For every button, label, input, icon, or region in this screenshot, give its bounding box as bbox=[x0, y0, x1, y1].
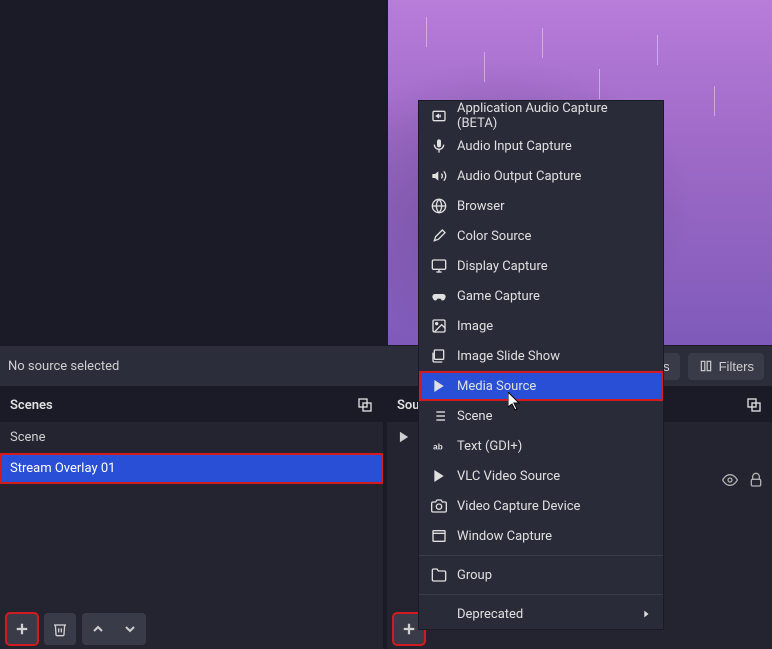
menu-item-label: Game Capture bbox=[457, 289, 540, 304]
filter-icon bbox=[698, 359, 714, 373]
menu-item-label: VLC Video Source bbox=[457, 469, 560, 484]
scene-item-label: Scene bbox=[10, 430, 46, 445]
menu-item-vlc-video-source[interactable]: VLC Video Source bbox=[419, 461, 663, 491]
menu-item-window-capture[interactable]: Window Capture bbox=[419, 521, 663, 551]
globe-icon bbox=[431, 198, 447, 214]
menu-item-label: Group bbox=[457, 568, 492, 583]
gamepad-icon bbox=[431, 288, 447, 304]
menu-item-application-audio-capture-beta-[interactable]: Application Audio Capture (BETA) bbox=[419, 101, 663, 131]
text-icon: ab bbox=[431, 439, 447, 453]
menu-item-color-source[interactable]: Color Source bbox=[419, 221, 663, 251]
menu-item-deprecated[interactable]: Deprecated bbox=[419, 599, 663, 629]
menu-item-label: Audio Output Capture bbox=[457, 169, 581, 184]
menu-item-display-capture[interactable]: Display Capture bbox=[419, 251, 663, 281]
app-audio-icon bbox=[431, 108, 447, 124]
menu-item-image-slide-show[interactable]: Image Slide Show bbox=[419, 341, 663, 371]
move-scene-down-button[interactable] bbox=[114, 613, 146, 645]
dock-icon[interactable] bbox=[746, 397, 762, 413]
sources-title: Sou bbox=[397, 398, 420, 413]
menu-item-audio-input-capture[interactable]: Audio Input Capture bbox=[419, 131, 663, 161]
delete-scene-button[interactable] bbox=[44, 613, 76, 645]
play-icon bbox=[431, 378, 447, 394]
slides-icon bbox=[431, 348, 447, 364]
menu-item-label: Color Source bbox=[457, 229, 531, 244]
scenes-header: Scenes bbox=[0, 388, 383, 422]
menu-item-game-capture[interactable]: Game Capture bbox=[419, 281, 663, 311]
play-icon bbox=[397, 430, 413, 444]
window-icon bbox=[431, 528, 447, 544]
scene-item-label: Stream Overlay 01 bbox=[10, 461, 115, 476]
svg-text:ab: ab bbox=[433, 443, 443, 452]
menu-item-audio-output-capture[interactable]: Audio Output Capture bbox=[419, 161, 663, 191]
dock-icon[interactable] bbox=[357, 397, 373, 413]
menu-item-label: Media Source bbox=[457, 379, 536, 394]
scenes-list: Scene Stream Overlay 01 bbox=[0, 422, 383, 609]
scene-item[interactable]: Stream Overlay 01 bbox=[0, 453, 383, 484]
menu-item-label: Audio Input Capture bbox=[457, 139, 572, 154]
scenes-panel: Scenes Scene Stream Overlay 01 bbox=[0, 388, 383, 649]
brush-icon bbox=[431, 228, 447, 244]
menu-item-label: Scene bbox=[457, 409, 493, 424]
menu-item-label: Display Capture bbox=[457, 259, 548, 274]
vlc-icon bbox=[431, 468, 447, 484]
filters-label: Filters bbox=[719, 359, 754, 374]
scenes-title: Scenes bbox=[10, 398, 53, 413]
monitor-icon bbox=[431, 258, 447, 274]
scenes-actions bbox=[0, 609, 383, 649]
add-source-menu: Application Audio Capture (BETA) Audio In… bbox=[418, 100, 664, 630]
lock-icon[interactable] bbox=[748, 472, 764, 488]
camera-icon bbox=[431, 498, 447, 514]
menu-item-group[interactable]: Group bbox=[419, 560, 663, 590]
menu-divider bbox=[419, 555, 663, 556]
menu-item-label: Browser bbox=[457, 199, 505, 214]
source-visibility bbox=[722, 472, 764, 488]
list-icon bbox=[431, 408, 447, 424]
speaker-icon bbox=[431, 168, 447, 184]
menu-item-label: Video Capture Device bbox=[457, 499, 580, 514]
menu-item-label: Image bbox=[457, 319, 493, 334]
scene-item[interactable]: Scene bbox=[0, 422, 383, 453]
menu-item-label: Window Capture bbox=[457, 529, 552, 544]
menu-item-video-capture-device[interactable]: Video Capture Device bbox=[419, 491, 663, 521]
menu-item-label: Image Slide Show bbox=[457, 349, 560, 364]
preview-empty bbox=[0, 0, 388, 345]
image-icon bbox=[431, 318, 447, 334]
menu-item-media-source[interactable]: Media Source bbox=[419, 371, 663, 401]
mic-icon bbox=[431, 138, 447, 154]
menu-item-browser[interactable]: Browser bbox=[419, 191, 663, 221]
filters-button[interactable]: Filters bbox=[688, 353, 764, 380]
menu-item-label: Deprecated bbox=[457, 607, 523, 622]
menu-item-text-gdi-[interactable]: ab Text (GDI+) bbox=[419, 431, 663, 461]
eye-icon[interactable] bbox=[722, 472, 738, 488]
menu-item-scene[interactable]: Scene bbox=[419, 401, 663, 431]
menu-divider bbox=[419, 594, 663, 595]
menu-item-label: Application Audio Capture (BETA) bbox=[457, 101, 651, 131]
folder-icon bbox=[431, 567, 447, 583]
menu-item-image[interactable]: Image bbox=[419, 311, 663, 341]
menu-item-label: Text (GDI+) bbox=[457, 439, 522, 454]
move-scene-up-button[interactable] bbox=[82, 613, 114, 645]
add-scene-button[interactable] bbox=[6, 613, 38, 645]
chevron-right-icon bbox=[641, 609, 651, 619]
